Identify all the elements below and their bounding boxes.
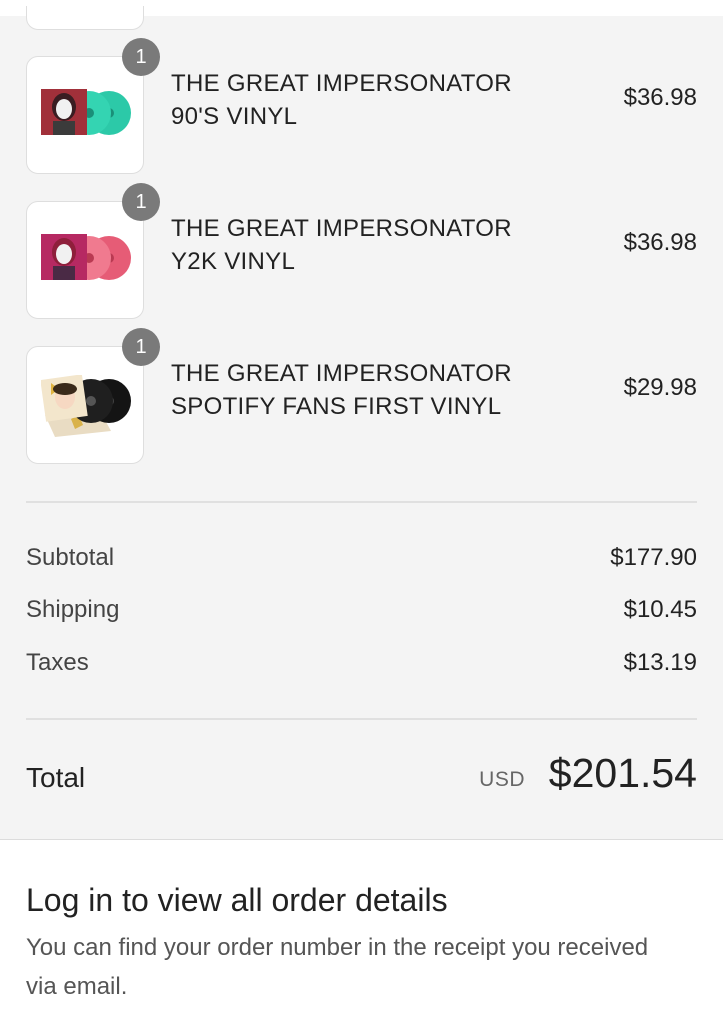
item-title-line-2: 90'S VINYL xyxy=(171,103,298,130)
line-item: 1 THE GREAT IMPERSONATOR SPOTIFY FANS FI… xyxy=(0,328,723,466)
login-prompt-description: You can find your order number in the re… xyxy=(26,934,649,1000)
total-row: Total USD $201.54 xyxy=(26,740,697,800)
login-prompt-title: Log in to view all order details xyxy=(26,882,448,918)
line-item: 1 THE GREAT IMPERSONATOR Y2K VINYL $36.9… xyxy=(0,183,723,321)
item-title-line-1: THE GREAT IMPERSONATOR xyxy=(171,360,512,387)
shipping-label: Shipping xyxy=(26,596,120,623)
subtotal-row: Subtotal $177.90 xyxy=(26,544,697,578)
item-title-line-1: THE GREAT IMPERSONATOR xyxy=(171,215,512,242)
quantity-badge: 1 xyxy=(122,328,160,366)
album-cover-with-black-vinyl-icon xyxy=(41,375,131,437)
item-title-line-2: SPOTIFY FANS FIRST VINYL xyxy=(171,393,502,420)
item-price: $36.98 xyxy=(623,84,697,111)
shipping-row: Shipping $10.45 xyxy=(26,596,697,630)
item-price: $36.98 xyxy=(623,229,697,256)
taxes-row: Taxes $13.19 xyxy=(26,649,697,683)
quantity-badge: 1 xyxy=(122,38,160,76)
divider xyxy=(26,501,697,503)
order-summary: 1 THE GREAT IMPERSONATOR 90'S VINYL $36.… xyxy=(0,6,723,840)
previous-item-thumbnail xyxy=(26,6,144,30)
total-label: Total xyxy=(26,762,86,793)
taxes-value: $13.19 xyxy=(623,649,697,676)
subtotal-label: Subtotal xyxy=(26,544,115,571)
product-thumbnail xyxy=(26,346,144,464)
product-thumbnail xyxy=(26,56,144,174)
product-thumbnail xyxy=(26,201,144,319)
item-title: THE GREAT IMPERSONATOR Y2K VINYL xyxy=(171,212,571,278)
shipping-value: $10.45 xyxy=(623,596,697,623)
currency-code: USD xyxy=(479,768,525,791)
item-title-line-2: Y2K VINYL xyxy=(171,248,296,275)
quantity-badge: 1 xyxy=(122,183,160,221)
item-title: THE GREAT IMPERSONATOR 90'S VINYL xyxy=(171,67,571,133)
subtotal-value: $177.90 xyxy=(610,544,697,571)
item-title-line-1: THE GREAT IMPERSONATOR xyxy=(171,70,512,97)
item-title: THE GREAT IMPERSONATOR SPOTIFY FANS FIRS… xyxy=(171,357,571,423)
item-price: $29.98 xyxy=(623,374,697,401)
album-cover-with-pink-vinyl-icon xyxy=(41,234,131,280)
line-item: 1 THE GREAT IMPERSONATOR 90'S VINYL $36.… xyxy=(0,38,723,176)
divider xyxy=(26,718,697,720)
album-cover-with-teal-vinyl-icon xyxy=(41,89,131,135)
total-value: $201.54 xyxy=(548,750,697,796)
taxes-label: Taxes xyxy=(26,649,89,676)
